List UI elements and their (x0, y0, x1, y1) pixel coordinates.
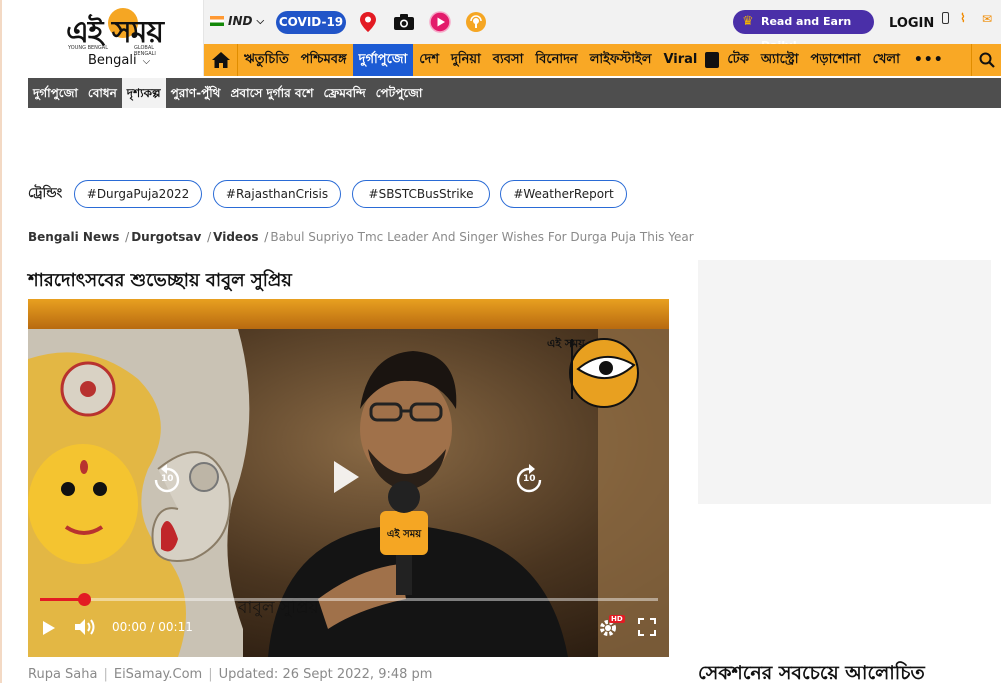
breadcrumb-separator: / (125, 230, 130, 244)
play-button[interactable] (329, 458, 363, 496)
subnav-item-probase[interactable]: প্রবাসে দুর্গার বশে (225, 78, 318, 108)
sidebar-heading: সেকশনের সবচেয়ে আলোচিত (698, 662, 925, 683)
nav-item-west-bengal[interactable]: পশ্চিমবঙ্গ (295, 44, 353, 76)
site-logo[interactable]: এই সময় YOUNG BENGAL GLOBAL BENGALI (66, 6, 176, 57)
read-and-earn-button[interactable]: ♛ Read and Earn Daily! (733, 10, 874, 52)
logo-tagline-left: YOUNG BENGAL (68, 45, 108, 51)
overlay-channel-logo: এই সময় (547, 337, 585, 350)
region-label: IND (228, 14, 253, 28)
crown-icon: ♛ (742, 14, 754, 29)
nav-item-durgapujo[interactable]: দুর্গাপুজো (352, 44, 414, 76)
hd-badge: HD (609, 615, 625, 623)
trending-tag-rajasthancrisis[interactable]: #RajasthanCrisis (213, 180, 341, 208)
source-name[interactable]: EiSamay.Com (114, 667, 202, 682)
byline: Rupa Saha | EiSamay.Com | Updated: 26 Sept 2… (28, 667, 432, 682)
subnav-item-petpujo[interactable]: পেটপুজো (371, 78, 428, 108)
trending-tag-weatherreport[interactable]: #WeatherReport (500, 180, 627, 208)
mic-flag-label: এই সময় (386, 529, 422, 540)
subnav-item-drishyakalpa[interactable]: দৃশ্যকল্প (121, 78, 166, 108)
subnav-item-puran-punthi[interactable]: পুরাণ-পুঁথি (166, 78, 226, 108)
search-icon[interactable] (971, 44, 1001, 76)
seek-bar[interactable] (40, 598, 658, 601)
language-selector[interactable]: Bengali ⌵ (88, 53, 150, 68)
advertisement-slot (698, 260, 991, 504)
covid-button[interactable]: COVID-19 (276, 11, 346, 34)
updated-timestamp: Updated: 26 Sept 2022, 9:48 pm (218, 667, 433, 682)
nav-item-sports[interactable]: খেলা (867, 44, 906, 76)
byline-separator: | (103, 667, 108, 682)
breadcrumb-bengali-news[interactable]: Bengali News (28, 230, 119, 244)
nav-item-lifestyle[interactable]: লাইফস্টাইল (584, 44, 658, 76)
seek-handle[interactable] (78, 593, 91, 606)
nav-more-button[interactable]: ••• (906, 52, 952, 68)
forward-10-button[interactable]: 10 (514, 463, 544, 495)
nav-item-astro[interactable]: অ্যাস্ট্রো (755, 44, 805, 76)
trending-tag-sbstcbusstrike[interactable]: #SBSTCBusStrike (352, 180, 490, 208)
volume-icon[interactable] (74, 617, 96, 637)
region-selector[interactable]: IND ⌵ (210, 14, 264, 28)
breadcrumb-separator: / (207, 230, 212, 244)
camera-icon[interactable] (393, 11, 415, 33)
play-icon[interactable] (429, 11, 451, 33)
breadcrumb-durgotsav[interactable]: Durgotsav (131, 230, 201, 244)
rewind-seconds-label: 10 (161, 474, 174, 484)
rss-icon[interactable]: ⌇ (960, 11, 966, 25)
mobile-icon[interactable] (942, 12, 949, 24)
play-small-button[interactable] (40, 618, 58, 638)
podcast-icon[interactable] (465, 11, 487, 33)
page-title: শারদোৎসবের শুভেচ্ছায় বাবুল সুপ্রিয় (28, 270, 292, 291)
time-display: 00:00 / 00:11 (112, 620, 193, 634)
nav-item-viral[interactable]: Viral (657, 44, 703, 76)
subnav-item-bodhon[interactable]: বোধন (83, 78, 122, 108)
nav-item-desh[interactable]: দেশ (413, 44, 445, 76)
settings-gear-icon[interactable]: HD (597, 615, 625, 639)
home-icon[interactable] (204, 44, 238, 76)
nav-item-rituchiti[interactable]: ঋতুচিতি (238, 44, 295, 76)
author-name[interactable]: Rupa Saha (28, 667, 97, 682)
page-left-border (0, 0, 2, 683)
breadcrumb: Bengali News / Durgotsav / Videos / Babul S… (28, 230, 694, 244)
logo-area[interactable]: এই সময় YOUNG BENGAL GLOBAL BENGALI Beng… (28, 0, 204, 76)
trending-label: ট্রেন্ডিং (28, 186, 63, 201)
byline-separator: | (208, 667, 213, 682)
main-nav: ঋতুচিতি পশ্চিমবঙ্গ দুর্গাপুজো দেশ দুনিয়… (204, 44, 1001, 76)
chevron-down-icon: ⌵ (142, 56, 151, 67)
subnav-item-frameobondi[interactable]: ফ্রেমবন্দি (319, 78, 371, 108)
forward-seconds-label: 10 (523, 474, 536, 484)
trending-tag-durgapuja2022[interactable]: #DurgaPuja2022 (74, 180, 202, 208)
rewind-10-button[interactable]: 10 (152, 463, 182, 495)
login-link[interactable]: LOGIN (889, 16, 934, 31)
sub-nav: দুর্গাপুজো বোধন দৃশ্যকল্প পুরাণ-পুঁথি প্… (28, 78, 1001, 108)
location-pin-icon[interactable] (357, 11, 379, 33)
chevron-down-icon: ⌵ (256, 15, 265, 27)
breadcrumb-current: Babul Supriyo Tmc Leader And Singer Wish… (270, 230, 694, 244)
nav-item-entertainment[interactable]: বিনোদন (529, 44, 583, 76)
mail-icon[interactable]: ✉ (982, 12, 992, 26)
tech-device-icon (705, 52, 720, 68)
nav-item-business[interactable]: ব্যবসা (487, 44, 530, 76)
video-player[interactable]: এই সময় এই সময় 10 10 বাবুল সুপ্রিয় 00:… (28, 299, 669, 657)
language-label: Bengali (88, 53, 137, 68)
fullscreen-icon[interactable] (637, 617, 657, 637)
breadcrumb-videos[interactable]: Videos (213, 230, 258, 244)
nav-item-tech[interactable]: টেক (721, 44, 754, 76)
india-flag-icon (210, 16, 224, 26)
nav-item-education[interactable]: পড়াশোনা (804, 44, 866, 76)
nav-item-duniya[interactable]: দুনিয়া (445, 44, 487, 76)
subnav-item-durgapujo[interactable]: দুর্গাপুজো (28, 78, 83, 108)
